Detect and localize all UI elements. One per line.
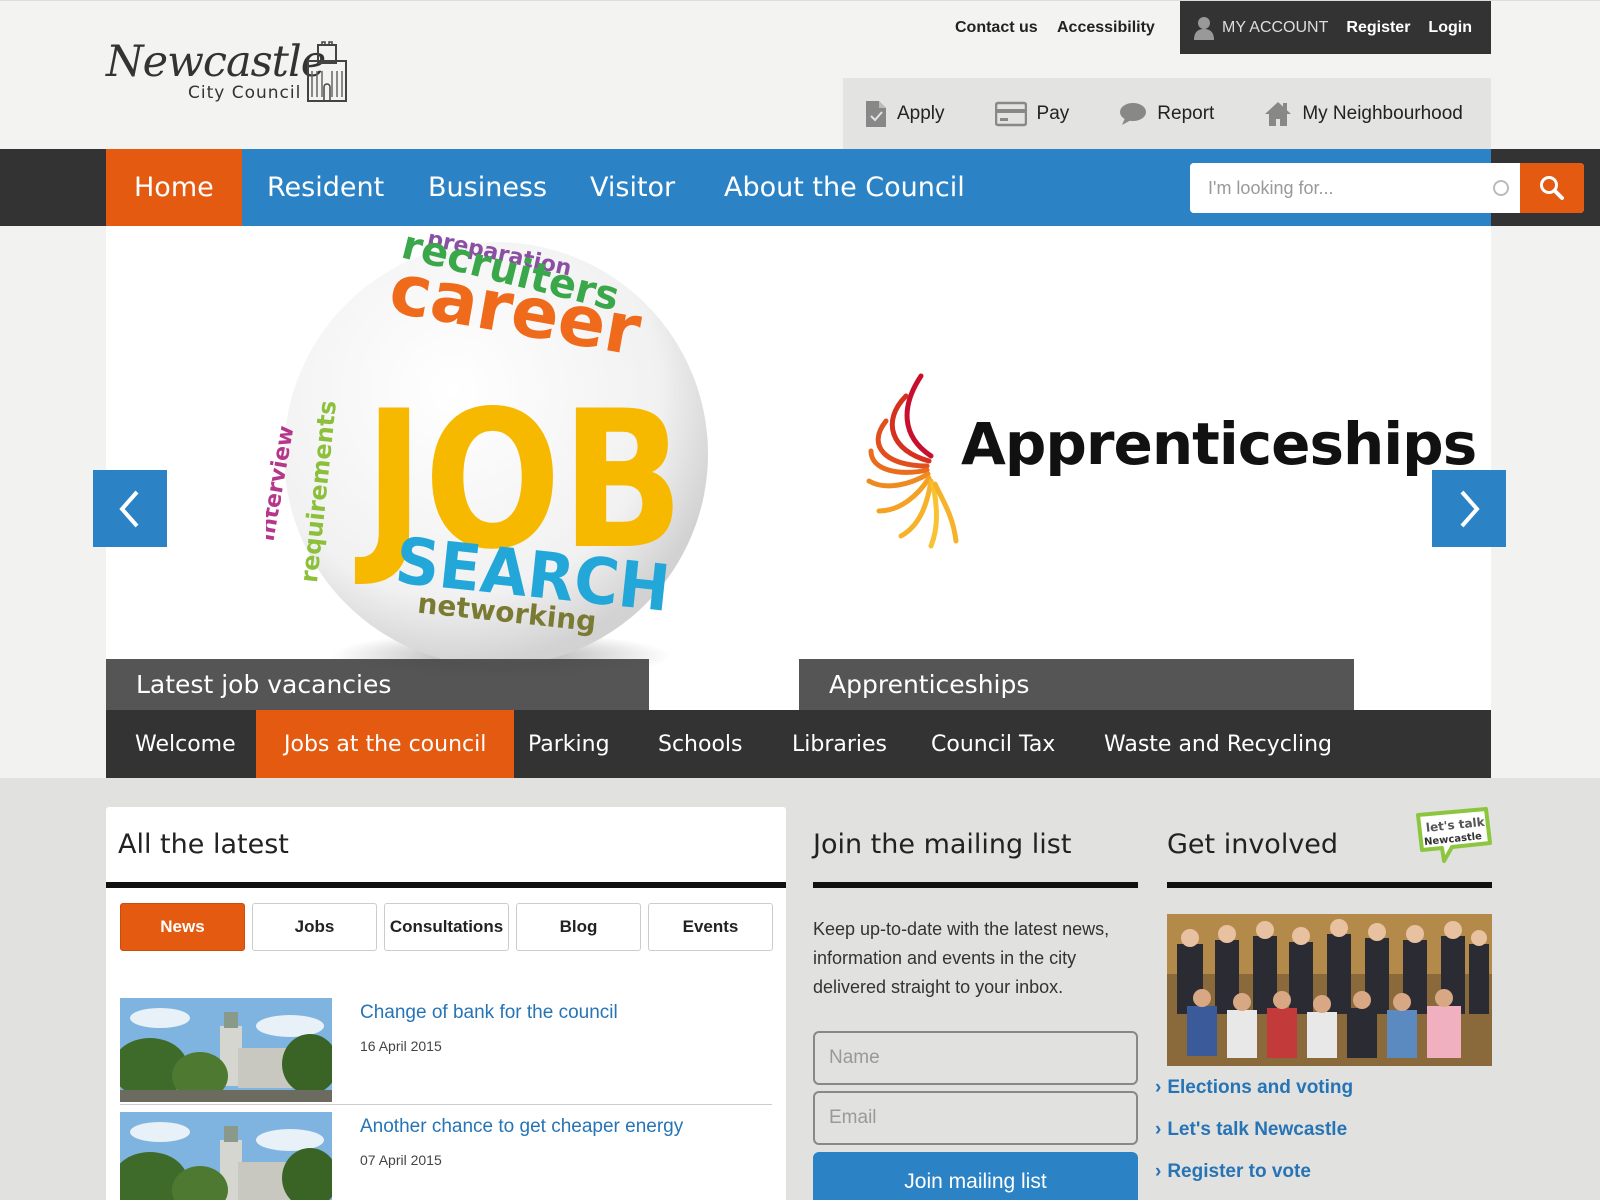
lets-talk-newcastle-link[interactable]: › Let's talk Newcastle xyxy=(1155,1119,1347,1141)
civic-centre-thumbnail[interactable] xyxy=(120,1112,332,1200)
latest-divider xyxy=(106,882,786,888)
logo-wordmark: Newcastle xyxy=(106,37,326,87)
link-label: Register to vote xyxy=(1167,1161,1311,1182)
nav-about-the-council[interactable]: About the Council xyxy=(724,149,965,226)
chevron-right-icon xyxy=(1460,490,1480,527)
register-link[interactable]: Register xyxy=(1346,19,1410,37)
link-label: Let's talk Newcastle xyxy=(1167,1119,1348,1140)
apprenticeships-heading: Apprenticeships xyxy=(961,410,1477,478)
carousel-next-button[interactable] xyxy=(1432,470,1506,547)
latest-title: All the latest xyxy=(118,829,289,860)
service-apply-label: Apply xyxy=(897,103,945,124)
quick-link-schools[interactable]: Schools xyxy=(658,710,743,778)
involved-divider xyxy=(1167,882,1492,888)
house-icon xyxy=(1265,102,1292,126)
get-involved-panel: Get involved let's talk Newcastle › Elec… xyxy=(1155,807,1492,1200)
login-link[interactable]: Login xyxy=(1428,19,1472,37)
main-nav: Home Resident Business Visitor About the… xyxy=(106,149,1584,226)
tab-news[interactable]: News xyxy=(120,903,245,951)
lets-talk-newcastle-badge[interactable]: let's talk Newcastle xyxy=(1414,807,1492,863)
latest-tabs: News Jobs Consultations Blog Events xyxy=(120,903,780,951)
service-pay-label: Pay xyxy=(1036,103,1070,124)
news-divider xyxy=(120,1104,772,1105)
tab-events[interactable]: Events xyxy=(648,903,773,951)
news-date: 16 April 2015 xyxy=(360,1038,442,1054)
slide-caption-jobs[interactable]: Latest job vacancies xyxy=(106,659,649,710)
quick-link-council-tax[interactable]: Council Tax xyxy=(931,710,1055,778)
news-date: 07 April 2015 xyxy=(360,1152,442,1168)
quick-link-jobs[interactable]: Jobs at the council xyxy=(256,710,515,778)
nav-visitor[interactable]: Visitor xyxy=(590,149,675,226)
news-item: Another chance to get cheaper energy 07 … xyxy=(120,1112,772,1200)
name-field[interactable] xyxy=(813,1031,1138,1085)
link-label: Elections and voting xyxy=(1167,1077,1354,1098)
mailing-title: Join the mailing list xyxy=(813,829,1072,860)
job-search-sphere-image[interactable]: preparation recruiters career interview … xyxy=(266,226,726,686)
service-apply[interactable]: Apply xyxy=(865,100,945,128)
services-bar: Apply Pay Report My Neighbourhood xyxy=(843,78,1491,150)
nav-resident[interactable]: Resident xyxy=(267,149,384,226)
search-input[interactable] xyxy=(1190,163,1520,213)
register-to-vote-link[interactable]: › Register to vote xyxy=(1155,1161,1311,1183)
news-item: Change of bank for the council 16 April … xyxy=(120,998,772,1106)
nav-home[interactable]: Home xyxy=(106,149,242,226)
service-pay[interactable]: Pay xyxy=(994,101,1070,127)
search-button[interactable] xyxy=(1520,163,1584,213)
tab-blog[interactable]: Blog xyxy=(516,903,641,951)
council-logo[interactable]: Newcastle City Council xyxy=(106,37,356,109)
service-my-neighbourhood[interactable]: My Neighbourhood xyxy=(1264,101,1463,127)
chevron-right-icon: › xyxy=(1155,1119,1162,1140)
mailing-list-panel: Join the mailing list Keep up-to-date wi… xyxy=(813,807,1138,1200)
contact-us-link[interactable]: Contact us xyxy=(955,1,1038,54)
loading-ring-icon xyxy=(1493,180,1509,196)
my-account-link[interactable]: MY ACCOUNT xyxy=(1222,19,1328,37)
service-report-label: Report xyxy=(1157,103,1215,124)
service-neighbourhood-label: My Neighbourhood xyxy=(1302,103,1463,124)
quick-link-welcome[interactable]: Welcome xyxy=(135,710,236,778)
tab-jobs[interactable]: Jobs xyxy=(252,903,377,951)
join-mailing-list-button[interactable]: Join mailing list xyxy=(813,1152,1138,1200)
elections-voting-link[interactable]: › Elections and voting xyxy=(1155,1077,1353,1099)
hero-carousel: preparation recruiters career interview … xyxy=(106,226,1491,710)
quick-links-bar: Welcome Jobs at the council Parking Scho… xyxy=(106,710,1491,778)
latest-panel: All the latest News Jobs Consultations B… xyxy=(106,807,786,1200)
search-icon xyxy=(1540,176,1564,200)
tab-consultations[interactable]: Consultations xyxy=(384,903,509,951)
news-title[interactable]: Another chance to get cheaper energy xyxy=(360,1116,683,1138)
chevron-left-icon xyxy=(119,490,139,527)
quick-link-libraries[interactable]: Libraries xyxy=(792,710,887,778)
civic-centre-thumbnail[interactable] xyxy=(120,998,332,1102)
mailing-description: Keep up-to-date with the latest news, in… xyxy=(813,919,1110,997)
castle-icon xyxy=(307,41,347,102)
service-report[interactable]: Report xyxy=(1119,102,1214,126)
quick-link-waste-recycling[interactable]: Waste and Recycling xyxy=(1104,710,1332,778)
site-header: Newcastle City Council Contact us Access… xyxy=(0,0,1600,150)
quick-link-parking[interactable]: Parking xyxy=(528,710,610,778)
search-box xyxy=(1190,163,1584,213)
logo-subtitle: City Council xyxy=(188,83,302,103)
nav-business[interactable]: Business xyxy=(428,149,547,226)
card-icon xyxy=(994,101,1027,127)
involved-title: Get involved xyxy=(1167,829,1339,860)
youth-group-photo[interactable] xyxy=(1167,914,1492,1066)
slide-caption-apprenticeships[interactable]: Apprenticeships xyxy=(799,659,1354,710)
person-icon xyxy=(1194,16,1214,40)
carousel-prev-button[interactable] xyxy=(93,470,167,547)
main-nav-bar: Home Resident Business Visitor About the… xyxy=(0,149,1600,226)
speech-bubble-icon xyxy=(1120,103,1147,125)
email-field[interactable] xyxy=(813,1091,1138,1145)
chevron-right-icon: › xyxy=(1155,1077,1162,1098)
chevron-right-icon: › xyxy=(1155,1161,1162,1182)
accessibility-link[interactable]: Accessibility xyxy=(1057,1,1155,54)
document-icon xyxy=(866,101,886,127)
mailing-divider xyxy=(813,882,1138,888)
news-title[interactable]: Change of bank for the council xyxy=(360,1002,618,1024)
account-bar: MY ACCOUNT Register Login xyxy=(1180,1,1491,54)
